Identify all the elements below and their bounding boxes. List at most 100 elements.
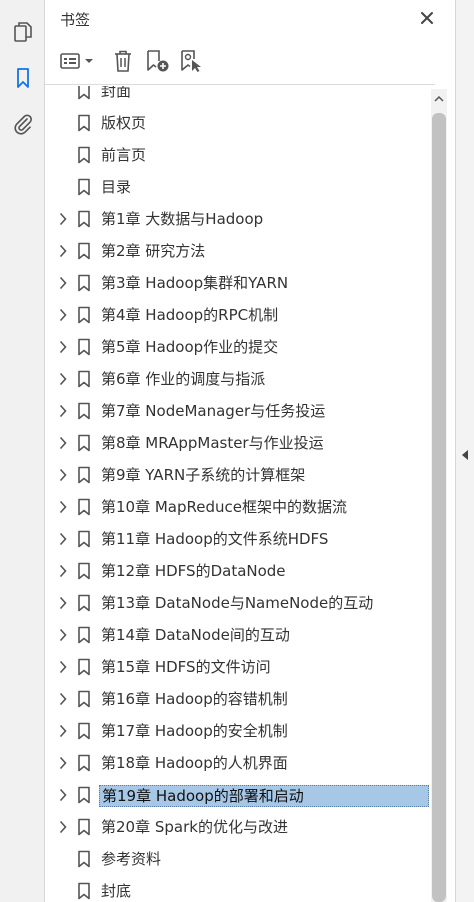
chevron-right-icon[interactable] [56,563,70,579]
list-options-icon [60,53,93,69]
chevron-right-icon[interactable] [56,755,70,771]
bookmark-label: 第14章 DataNode间的互动 [101,626,290,644]
bookmark-label: 第12章 HDFS的DataNode [101,562,286,580]
bookmark-item[interactable]: 参考资料 [45,843,431,875]
bookmarks-panel-button[interactable] [9,64,37,92]
bookmark-list[interactable]: 封面版权页前言页 目录 第1章 大数据与Hadoop 第2章 研究方法第3章 Hado… [45,86,431,902]
bookmark-icon [77,402,91,420]
bookmark-icon [77,370,91,388]
chevron-right-icon[interactable] [56,787,70,803]
bookmark-icon [77,242,91,260]
bookmark-icon [77,786,91,804]
bookmark-icon [77,434,91,452]
pages-panel-button[interactable] [9,18,37,46]
bookmark-item[interactable]: 第1章 大数据与Hadoop [45,203,431,235]
bookmark-icon [77,306,91,324]
options-menu-button[interactable] [59,48,97,74]
bookmark-label: 参考资料 [101,850,162,868]
bookmark-from-selection-button[interactable] [179,48,205,74]
bookmark-label: 第11章 Hadoop的文件系统HDFS [101,530,329,548]
panel-splitter[interactable] [455,0,474,902]
bookmark-label: 第5章 Hadoop作业的提交 [101,338,279,356]
chevron-down-icon [85,59,93,63]
attachments-panel-button[interactable] [9,110,37,138]
bookmark-item[interactable]: 第9章 YARN子系统的计算框架 [45,459,431,491]
chevron-right-icon[interactable] [56,275,70,291]
bookmark-item[interactable]: 第12章 HDFS的DataNode [45,555,431,587]
triangle-left-icon [462,450,468,460]
bookmark-item[interactable]: 第19章 Hadoop的部署和启动 [45,779,431,811]
bookmark-item[interactable]: 封底 [45,875,431,902]
chevron-right-icon[interactable] [56,723,70,739]
bookmark-item[interactable]: 第6章 作业的调度与指派 [45,363,431,395]
bookmarks-toolbar [45,38,455,84]
bookmark-label: 第10章 MapReduce框架中的数据流 [101,498,347,516]
chevron-right-icon[interactable] [56,691,70,707]
bookmark-label: 第6章 作业的调度与指派 [101,370,266,388]
chevron-right-icon[interactable] [56,659,70,675]
delete-bookmark-button[interactable] [111,48,135,74]
bookmark-item[interactable]: 第11章 Hadoop的文件系统HDFS [45,523,431,555]
bookmark-label: 第8章 MRAppMaster与作业投运 [101,434,324,452]
bookmark-icon [77,178,91,196]
bookmark-item[interactable]: 第5章 Hadoop作业的提交 [45,331,431,363]
bookmark-label: 第3章 Hadoop集群和YARN [101,274,289,292]
bookmark-item[interactable]: 封面 [45,86,431,107]
bookmark-icon [77,754,91,772]
bookmark-label: 版权页 [101,114,147,132]
close-panel-button[interactable] [417,8,437,28]
scrollbar-thumb[interactable] [432,113,446,902]
bookmark-label: 封底 [101,882,132,900]
chevron-right-icon[interactable] [56,403,70,419]
bookmark-item[interactable]: 第2章 研究方法 [45,235,431,267]
bookmark-icon [77,114,91,132]
close-icon [421,12,433,24]
chevron-right-icon[interactable] [56,627,70,643]
bookmark-icon [77,338,91,356]
bookmark-icon [77,722,91,740]
bookmark-item[interactable]: 第4章 Hadoop的RPC机制 [45,299,431,331]
bookmark-icon [77,562,91,580]
bookmark-icon [77,86,91,100]
chevron-right-icon[interactable] [56,595,70,611]
bookmark-item[interactable]: 第3章 Hadoop集群和YARN [45,267,431,299]
bookmark-label: 第7章 NodeManager与任务投运 [101,402,326,420]
chevron-right-icon[interactable] [56,211,70,227]
bookmark-item[interactable]: 第15章 HDFS的文件访问 [45,651,431,683]
new-bookmark-button[interactable] [145,48,171,74]
bookmark-item[interactable]: 版权页 [45,107,431,139]
bookmark-item[interactable]: 第17章 Hadoop的安全机制 [45,715,431,747]
chevron-right-icon[interactable] [56,531,70,547]
bookmark-label: 第18章 Hadoop的人机界面 [101,754,288,772]
collapse-panel-button[interactable] [459,447,471,463]
bookmark-label: 第19章 Hadoop的部署和启动 [99,785,429,807]
bookmark-icon [77,274,91,292]
chevron-up-icon [434,95,444,102]
bookmark-icon [77,210,91,228]
bookmark-item[interactable]: 前言页 [45,139,431,171]
bookmark-cursor-icon [181,50,201,72]
scroll-up-button[interactable] [431,91,447,107]
pages-icon [14,22,32,42]
scrollbar[interactable] [431,89,447,902]
bookmark-item[interactable]: 第7章 NodeManager与任务投运 [45,395,431,427]
bookmark-item[interactable]: 目录 [45,171,431,203]
chevron-right-icon[interactable] [56,467,70,483]
bookmark-item[interactable]: 第20章 Spark的优化与改进 [45,811,431,843]
bookmark-item[interactable]: 第18章 Hadoop的人机界面 [45,747,431,779]
chevron-right-icon[interactable] [56,307,70,323]
bookmark-item[interactable]: 第8章 MRAppMaster与作业投运 [45,427,431,459]
bookmark-item[interactable]: 第10章 MapReduce框架中的数据流 [45,491,431,523]
chevron-right-icon[interactable] [56,819,70,835]
chevron-right-icon[interactable] [56,499,70,515]
chevron-right-icon[interactable] [56,435,70,451]
bookmark-item[interactable]: 第13章 DataNode与NameNode的互动 [45,587,431,619]
bookmark-item[interactable]: 第14章 DataNode间的互动 [45,619,431,651]
bookmark-item[interactable]: 第16章 Hadoop的容错机制 [45,683,431,715]
chevron-right-icon[interactable] [56,371,70,387]
bookmark-icon [77,146,91,164]
bookmark-icon [77,818,91,836]
chevron-right-icon[interactable] [56,243,70,259]
chevron-right-icon[interactable] [56,339,70,355]
paperclip-icon [14,114,32,135]
